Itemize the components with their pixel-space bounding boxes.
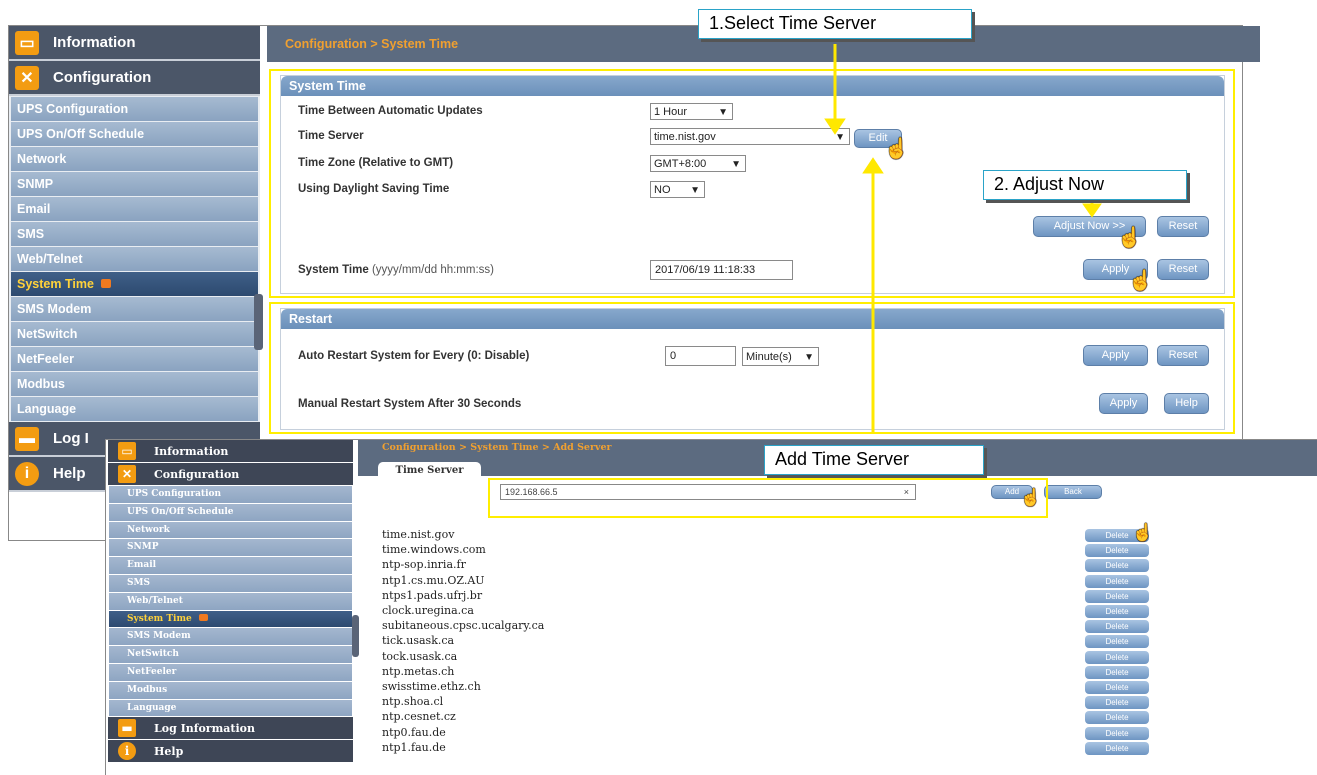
callout-step2: 2. Adjust Now (983, 170, 1187, 200)
hand-cursor-icon: ☝ (1020, 488, 1042, 507)
arrowhead-up-icon (862, 157, 884, 174)
arrowhead-down-icon (824, 118, 846, 135)
hand-cursor-icon: ☝ (1132, 523, 1154, 542)
annotation-arrows (824, 44, 1102, 432)
callout-step3: Add Time Server (764, 445, 984, 475)
hand-cursor-icon: ☝ (884, 138, 909, 160)
arrowhead-down-icon (1082, 203, 1102, 218)
hand-cursor-icon: ☝ (1117, 227, 1142, 249)
hand-cursor-icon: ☝ (1128, 270, 1153, 292)
callout-step1: 1.Select Time Server (698, 9, 972, 39)
